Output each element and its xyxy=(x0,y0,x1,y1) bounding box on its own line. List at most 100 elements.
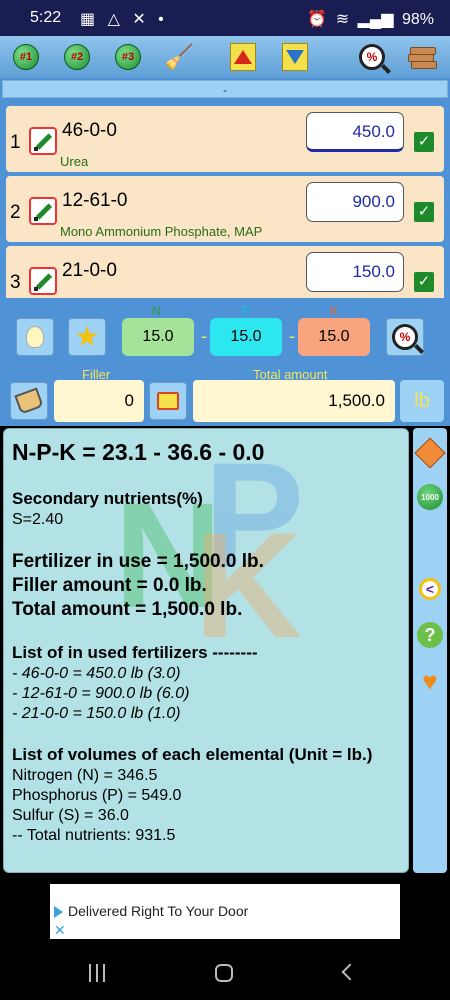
star-icon: ★ xyxy=(74,321,100,352)
broom-icon: 🧹 xyxy=(164,43,194,71)
collapse-button[interactable] xyxy=(414,437,446,469)
filler-input[interactable]: 0 xyxy=(54,380,144,422)
preset-3-button[interactable]: #3 xyxy=(111,40,145,74)
battery-level: 98% xyxy=(401,11,434,28)
n-label: N xyxy=(152,304,161,318)
amount-input[interactable]: 450.0 xyxy=(306,112,404,152)
used-list-item: - 21-0-0 = 150.0 lb (1.0) xyxy=(12,705,181,722)
volume-item: Nitrogen (N) = 346.5 xyxy=(12,767,158,784)
arrow-down-icon xyxy=(282,43,308,71)
system-nav-bar xyxy=(0,940,450,1000)
filler-amount: Filler amount = 0.0 lb. xyxy=(12,575,207,596)
ad-text[interactable]: Delivered Right To Your Door xyxy=(68,903,248,919)
total-amount: Total amount = 1,500.0 lb. xyxy=(12,599,243,620)
lightbulb-icon xyxy=(26,326,44,348)
npk-target-bar: ★ N 15.0 - P 15.0 - K 15.0 % xyxy=(0,298,450,362)
percent-search-button[interactable]: % xyxy=(355,40,389,74)
filler-button[interactable] xyxy=(10,382,48,420)
edit-icon[interactable] xyxy=(29,267,57,295)
help-icon: ? xyxy=(417,622,443,648)
alarm-icon: ⏰ xyxy=(307,11,328,28)
right-sidebar: 1000 < ? ♥ xyxy=(413,428,447,873)
home-icon[interactable] xyxy=(215,964,233,982)
notification-icons: ▦ △ ✕ • xyxy=(80,11,168,28)
share-button[interactable]: < xyxy=(417,576,443,602)
status-bar: 5:22 ▦ △ ✕ • ⏰ ≋ ▂▄▆ 98% xyxy=(0,0,450,36)
ad-banner[interactable]: Delivered Right To Your Door ✕ xyxy=(50,884,400,939)
fertilizer-description: Urea xyxy=(60,154,89,169)
volume-item: -- Total nutrients: 931.5 xyxy=(12,827,176,844)
n-target-input[interactable]: 15.0 xyxy=(122,318,194,356)
like-button[interactable]: ♥ xyxy=(417,668,443,694)
p-label: P xyxy=(242,304,251,318)
back-icon[interactable] xyxy=(341,963,359,981)
clear-button[interactable]: 🧹 xyxy=(162,40,196,74)
status-right: ⏰ ≋ ▂▄▆ 98% xyxy=(303,9,434,29)
scale-1000-button[interactable]: 1000 xyxy=(417,484,443,510)
list-header: - xyxy=(2,80,448,98)
separator: - xyxy=(201,326,207,346)
volumes-title: List of volumes of each elemental (Unit … xyxy=(12,745,373,764)
unit-toggle-button[interactable]: lb xyxy=(400,380,444,422)
share-icon: < xyxy=(419,578,441,600)
ad-close-icon[interactable]: ✕ xyxy=(54,922,66,939)
bucket-icon xyxy=(14,387,44,415)
include-checkbox[interactable]: ✓ xyxy=(414,132,434,152)
amount-input[interactable]: 150.0 xyxy=(306,252,404,292)
status-time: 5:22 xyxy=(30,9,62,26)
results-panel: N P K N-P-K = 23.1 - 36.6 - 0.0 Secondar… xyxy=(3,428,409,873)
fertilizer-in-use: Fertilizer in use = 1,500.0 lb. xyxy=(12,551,264,572)
row-index: 1 xyxy=(10,132,21,153)
secondary-title: Secondary nutrients(%) xyxy=(12,489,203,508)
preset-1-button[interactable]: #1 xyxy=(9,40,43,74)
recent-apps-icon[interactable] xyxy=(89,964,105,982)
used-list-title: List of in used fertilizers -------- xyxy=(12,643,258,662)
filler-total-bar: Filler 0 Total amount 1,500.0 lb xyxy=(0,362,450,426)
fertilizer-formula: 12-61-0 xyxy=(62,190,128,211)
books-icon xyxy=(408,45,438,69)
edit-icon[interactable] xyxy=(29,127,57,155)
secondary-sulfur: S=2.40 xyxy=(12,511,64,528)
cart-button[interactable] xyxy=(149,382,187,420)
k-target-input[interactable]: 15.0 xyxy=(298,318,370,356)
row-index: 2 xyxy=(10,202,21,223)
diamond-icon xyxy=(414,437,446,469)
fertilizer-row-2: 2 12-61-0 Mono Ammonium Phosphate, MAP 9… xyxy=(6,176,444,242)
favorite-button[interactable]: ★ xyxy=(68,318,106,356)
volume-item: Phosphorus (P) = 549.0 xyxy=(12,787,182,804)
preset-2-button[interactable]: #2 xyxy=(60,40,94,74)
fertilizer-list: - 1 46-0-0 Urea 450.0 ✓ 2 12-61-0 Mono A… xyxy=(0,78,450,298)
percent-search-icon: % xyxy=(392,324,418,350)
fertilizer-row-1: 1 46-0-0 Urea 450.0 ✓ xyxy=(6,106,444,172)
used-list-item: - 46-0-0 = 450.0 lb (3.0) xyxy=(12,665,181,682)
percent-search-icon: % xyxy=(359,44,385,70)
library-button[interactable] xyxy=(406,40,440,74)
preset-2-icon: #2 xyxy=(64,44,90,70)
amount-input[interactable]: 900.0 xyxy=(306,182,404,222)
signal-icon: ▂▄▆ xyxy=(357,11,394,28)
separator: - xyxy=(289,326,295,346)
top-toolbar: #1 #2 #3 🧹 % xyxy=(0,36,450,78)
fertilizer-formula: 21-0-0 xyxy=(62,260,117,281)
row-index: 3 xyxy=(10,272,21,293)
include-checkbox[interactable]: ✓ xyxy=(414,272,434,292)
arrow-up-icon xyxy=(230,43,256,71)
edit-icon[interactable] xyxy=(29,197,57,225)
tips-button[interactable] xyxy=(16,318,54,356)
badge-1000-icon: 1000 xyxy=(417,484,443,510)
download-button[interactable] xyxy=(278,40,312,74)
ad-choices-icon[interactable] xyxy=(54,906,63,918)
heart-icon: ♥ xyxy=(422,666,438,696)
help-button[interactable]: ? xyxy=(417,622,443,648)
include-checkbox[interactable]: ✓ xyxy=(414,202,434,222)
p-target-input[interactable]: 15.0 xyxy=(210,318,282,356)
total-amount-input[interactable]: 1,500.0 xyxy=(193,380,395,422)
preset-1-icon: #1 xyxy=(13,44,39,70)
volume-item: Sulfur (S) = 36.0 xyxy=(12,807,129,824)
npk-result: N-P-K = 23.1 - 36.6 - 0.0 xyxy=(12,439,265,465)
preset-3-icon: #3 xyxy=(115,44,141,70)
npk-search-button[interactable]: % xyxy=(386,318,424,356)
upload-button[interactable] xyxy=(226,40,260,74)
fertilizer-formula: 46-0-0 xyxy=(62,120,117,141)
fertilizer-description: Mono Ammonium Phosphate, MAP xyxy=(60,224,263,239)
